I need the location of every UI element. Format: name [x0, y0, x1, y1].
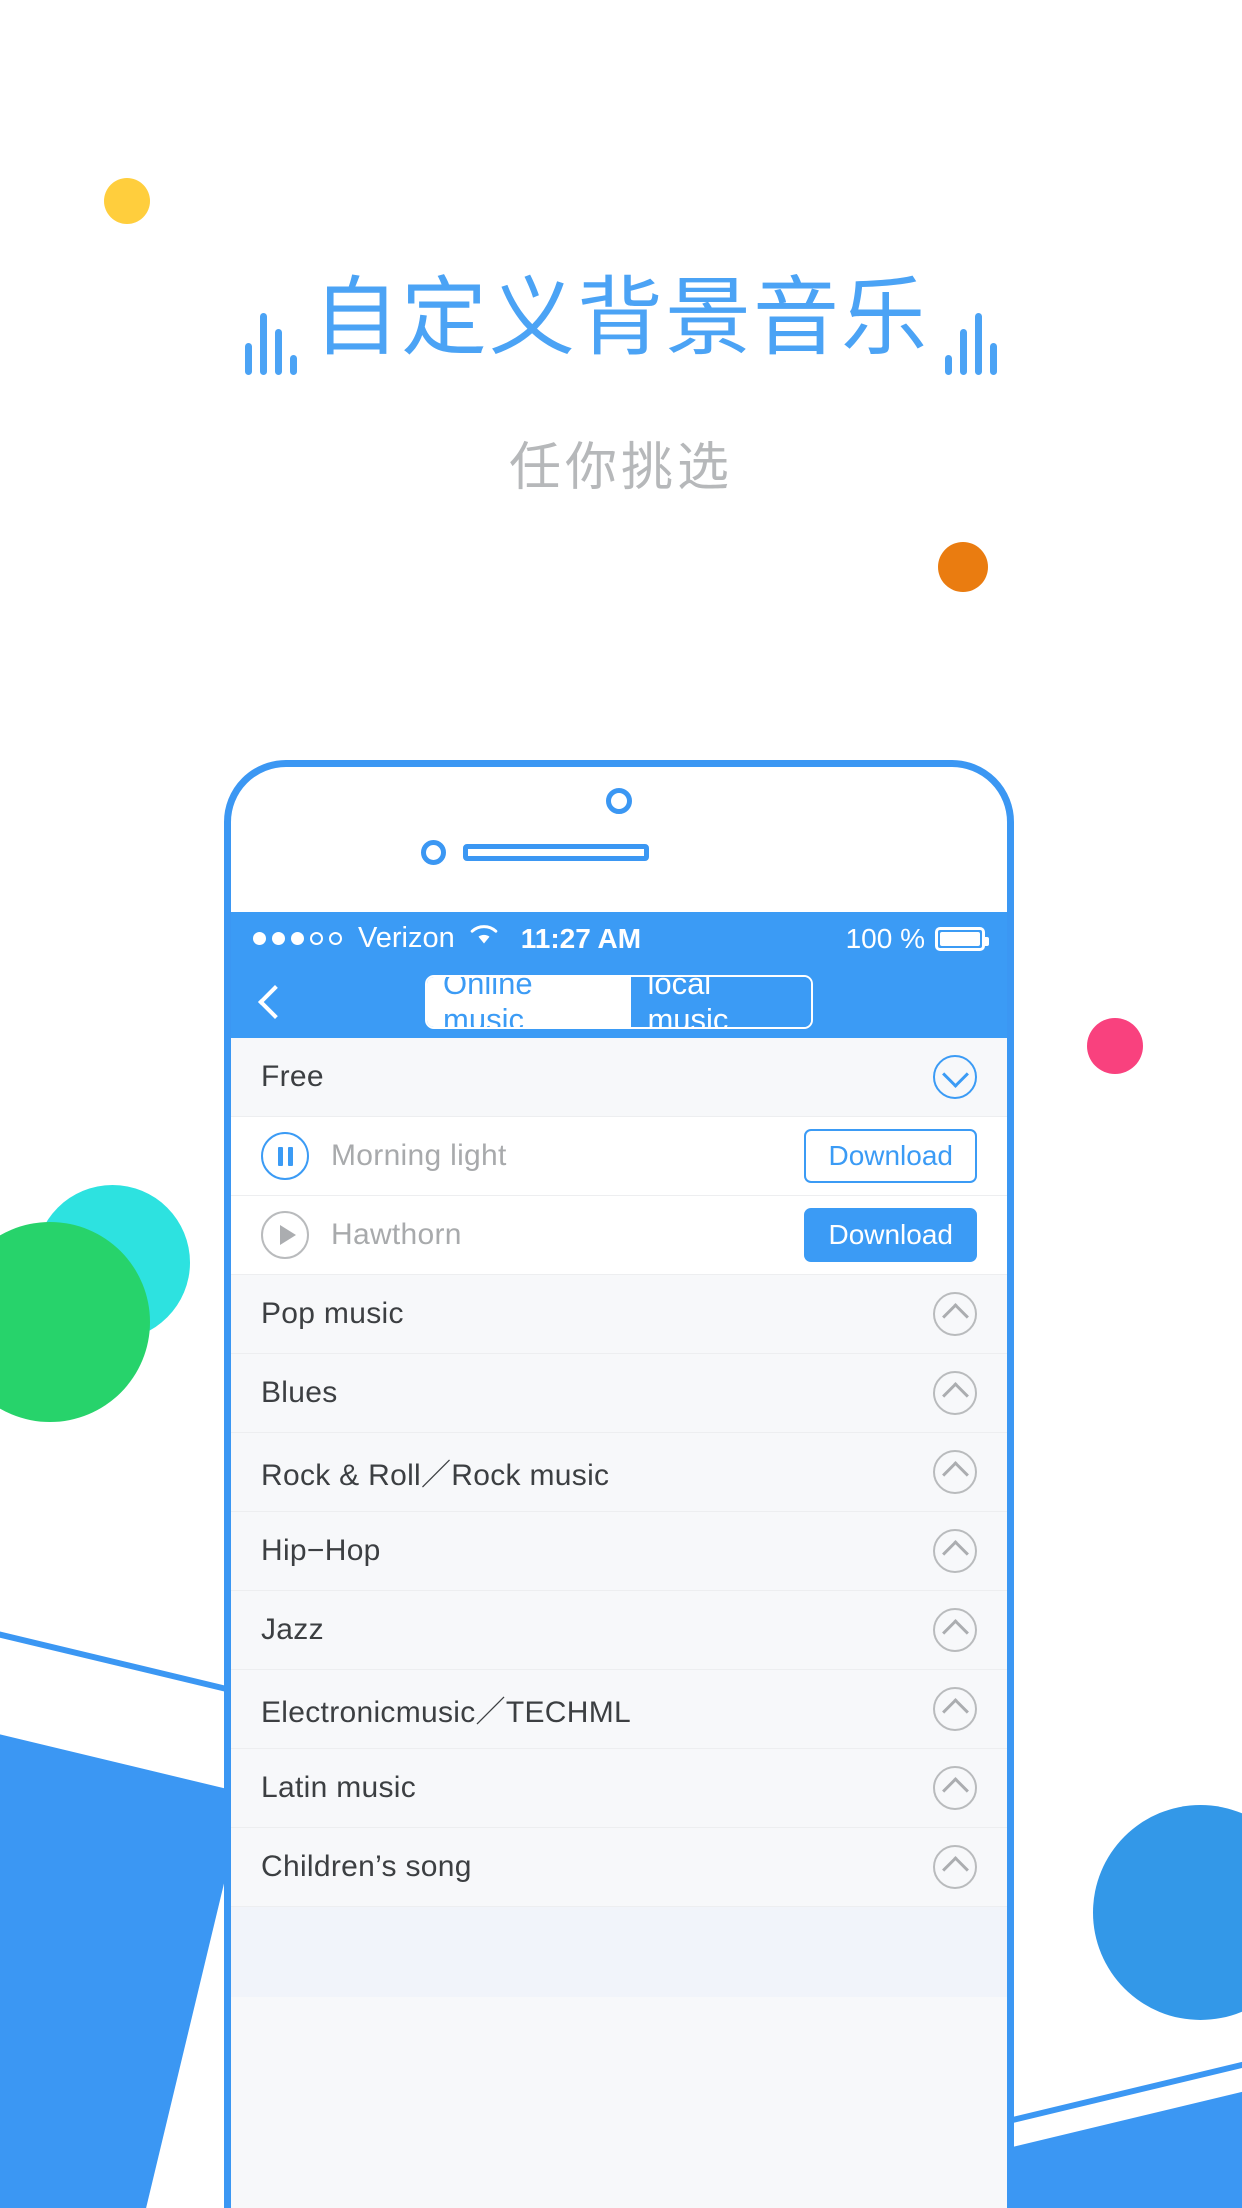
chevron-up-icon[interactable]	[933, 1371, 977, 1415]
page-root: 自定义背景音乐 任你挑选 Verizon 11:27 AM 100 % Onli…	[0, 0, 1242, 2208]
list-row-label: Electronicmusic／TECHML	[261, 1696, 631, 1729]
list-row-label: Free	[261, 1060, 324, 1093]
list-row-group-blues[interactable]: Blues	[231, 1354, 1007, 1433]
proximity-sensor-icon	[421, 840, 446, 865]
clock-label: 11:27 AM	[520, 922, 642, 954]
chevron-down-icon[interactable]	[933, 1055, 977, 1099]
phone-mockup: Verizon 11:27 AM 100 % Online music loca…	[224, 760, 1014, 2208]
list-row-song-hawthorn[interactable]: Hawthorn Download	[231, 1196, 1007, 1275]
music-list: Free Morning light Download Hawthorn Dow…	[231, 1038, 1007, 1997]
list-row-label: Jazz	[261, 1613, 324, 1646]
list-row-label: Latin music	[261, 1771, 417, 1804]
page-title: 自定义背景音乐	[0, 275, 1242, 376]
list-row-group-jazz[interactable]: Jazz	[231, 1591, 1007, 1670]
list-row-group-free[interactable]: Free	[231, 1038, 1007, 1117]
play-icon[interactable]	[261, 1211, 309, 1259]
chevron-up-icon[interactable]	[933, 1450, 977, 1494]
chevron-up-icon[interactable]	[933, 1845, 977, 1889]
list-row-label: Rock & Roll／Rock music	[261, 1459, 610, 1492]
page-subtitle: 任你挑选	[508, 439, 733, 497]
list-row-label: Hawthorn	[331, 1218, 462, 1251]
list-row-group-latin[interactable]: Latin music	[231, 1749, 1007, 1828]
list-row-group-childrens-song[interactable]: Children’s song	[231, 1828, 1007, 1907]
list-row-song-morning-light[interactable]: Morning light Download	[231, 1117, 1007, 1196]
download-button[interactable]: Download	[804, 1129, 977, 1183]
list-row-group-electronic[interactable]: Electronicmusic／TECHML	[231, 1670, 1007, 1749]
back-chevron-icon[interactable]	[258, 984, 292, 1019]
left-diagonal-band-decoration	[0, 1672, 246, 2208]
wifi-icon	[469, 923, 499, 954]
chevron-up-icon[interactable]	[933, 1608, 977, 1652]
list-row-label: Hip−Hop	[261, 1534, 381, 1567]
chevron-up-icon[interactable]	[933, 1766, 977, 1810]
segmented-control[interactable]: Online music local music	[425, 974, 813, 1029]
waveform-left-icon	[241, 289, 301, 376]
chevron-up-icon[interactable]	[933, 1687, 977, 1731]
tab-online-music[interactable]: Online music	[427, 976, 632, 1027]
phone-screen: Verizon 11:27 AM 100 % Online music loca…	[231, 912, 1007, 2208]
carrier-label: Verizon	[358, 922, 455, 954]
list-row-group-hip-hop[interactable]: Hip−Hop	[231, 1512, 1007, 1591]
download-button[interactable]: Download	[804, 1208, 977, 1262]
nav-bar: Online music local music	[231, 965, 1007, 1038]
page-title-text: 自定义背景音乐	[313, 270, 929, 366]
orange-dot-decoration	[938, 542, 988, 592]
list-bottom-area	[231, 1907, 1007, 1997]
waveform-right-icon	[941, 289, 1001, 376]
yellow-dot-decoration	[104, 178, 150, 224]
status-bar-right: 100 %	[845, 922, 989, 955]
list-row-label: Morning light	[331, 1139, 507, 1172]
blue-circle-decoration	[1093, 1805, 1242, 2020]
front-camera-icon	[606, 788, 632, 814]
list-row-group-pop-music[interactable]: Pop music	[231, 1275, 1007, 1354]
chevron-up-icon[interactable]	[933, 1292, 977, 1336]
list-row-label: Children’s song	[261, 1850, 472, 1883]
pause-icon[interactable]	[261, 1132, 309, 1180]
pink-dot-decoration	[1087, 1018, 1143, 1074]
battery-icon	[935, 926, 989, 951]
chevron-up-icon[interactable]	[933, 1529, 977, 1573]
tab-local-music[interactable]: local music	[631, 976, 811, 1027]
phone-top-bezel	[231, 767, 1007, 912]
earpiece-speaker-icon	[463, 844, 649, 861]
signal-strength-icon	[253, 932, 342, 945]
status-bar: Verizon 11:27 AM 100 %	[231, 912, 1007, 965]
battery-percent-label: 100 %	[845, 922, 925, 954]
list-row-group-rock[interactable]: Rock & Roll／Rock music	[231, 1433, 1007, 1512]
list-row-label: Pop music	[261, 1297, 404, 1330]
list-row-label: Blues	[261, 1376, 338, 1409]
